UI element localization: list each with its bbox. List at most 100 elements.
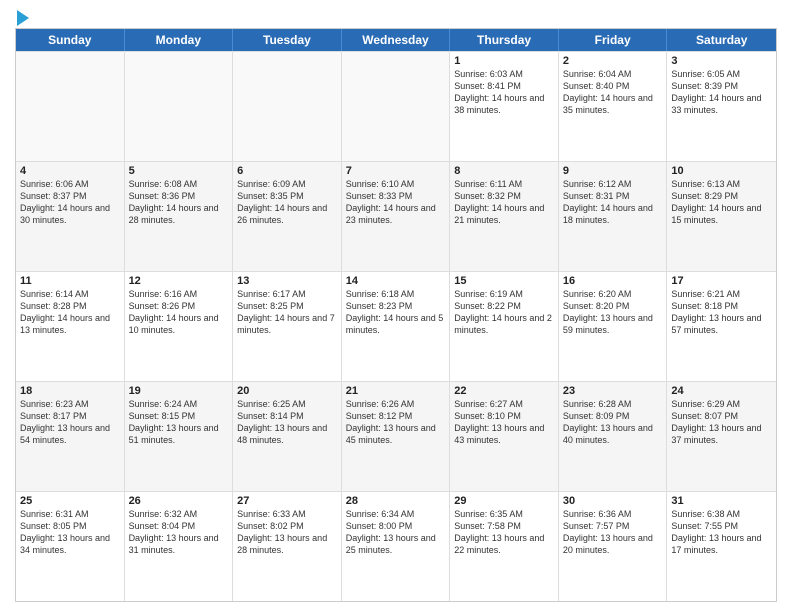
day-number: 5 bbox=[129, 165, 229, 177]
weekday-header-thursday: Thursday bbox=[450, 29, 559, 51]
day-number: 24 bbox=[671, 385, 772, 397]
cell-info: Sunrise: 6:12 AM Sunset: 8:31 PM Dayligh… bbox=[563, 178, 663, 227]
weekday-header-sunday: Sunday bbox=[16, 29, 125, 51]
day-cell-24: 24Sunrise: 6:29 AM Sunset: 8:07 PM Dayli… bbox=[667, 382, 776, 491]
weekday-header-friday: Friday bbox=[559, 29, 668, 51]
day-number: 18 bbox=[20, 385, 120, 397]
cell-info: Sunrise: 6:31 AM Sunset: 8:05 PM Dayligh… bbox=[20, 508, 120, 557]
cell-info: Sunrise: 6:35 AM Sunset: 7:58 PM Dayligh… bbox=[454, 508, 554, 557]
calendar-header: SundayMondayTuesdayWednesdayThursdayFrid… bbox=[16, 29, 776, 51]
calendar-row-4: 18Sunrise: 6:23 AM Sunset: 8:17 PM Dayli… bbox=[16, 381, 776, 491]
day-cell-20: 20Sunrise: 6:25 AM Sunset: 8:14 PM Dayli… bbox=[233, 382, 342, 491]
cell-info: Sunrise: 6:08 AM Sunset: 8:36 PM Dayligh… bbox=[129, 178, 229, 227]
cell-info: Sunrise: 6:19 AM Sunset: 8:22 PM Dayligh… bbox=[454, 288, 554, 337]
day-cell-16: 16Sunrise: 6:20 AM Sunset: 8:20 PM Dayli… bbox=[559, 272, 668, 381]
day-cell-25: 25Sunrise: 6:31 AM Sunset: 8:05 PM Dayli… bbox=[16, 492, 125, 601]
day-number: 28 bbox=[346, 495, 446, 507]
day-cell-15: 15Sunrise: 6:19 AM Sunset: 8:22 PM Dayli… bbox=[450, 272, 559, 381]
cell-info: Sunrise: 6:06 AM Sunset: 8:37 PM Dayligh… bbox=[20, 178, 120, 227]
empty-cell bbox=[233, 52, 342, 161]
day-number: 15 bbox=[454, 275, 554, 287]
cell-info: Sunrise: 6:10 AM Sunset: 8:33 PM Dayligh… bbox=[346, 178, 446, 227]
cell-info: Sunrise: 6:03 AM Sunset: 8:41 PM Dayligh… bbox=[454, 68, 554, 117]
calendar-body: 1Sunrise: 6:03 AM Sunset: 8:41 PM Daylig… bbox=[16, 51, 776, 601]
day-cell-14: 14Sunrise: 6:18 AM Sunset: 8:23 PM Dayli… bbox=[342, 272, 451, 381]
day-cell-2: 2Sunrise: 6:04 AM Sunset: 8:40 PM Daylig… bbox=[559, 52, 668, 161]
empty-cell bbox=[125, 52, 234, 161]
cell-info: Sunrise: 6:11 AM Sunset: 8:32 PM Dayligh… bbox=[454, 178, 554, 227]
day-number: 9 bbox=[563, 165, 663, 177]
day-number: 31 bbox=[671, 495, 772, 507]
day-number: 4 bbox=[20, 165, 120, 177]
day-number: 26 bbox=[129, 495, 229, 507]
day-cell-7: 7Sunrise: 6:10 AM Sunset: 8:33 PM Daylig… bbox=[342, 162, 451, 271]
day-number: 29 bbox=[454, 495, 554, 507]
day-cell-30: 30Sunrise: 6:36 AM Sunset: 7:57 PM Dayli… bbox=[559, 492, 668, 601]
cell-info: Sunrise: 6:34 AM Sunset: 8:00 PM Dayligh… bbox=[346, 508, 446, 557]
day-number: 20 bbox=[237, 385, 337, 397]
cell-info: Sunrise: 6:21 AM Sunset: 8:18 PM Dayligh… bbox=[671, 288, 772, 337]
day-cell-8: 8Sunrise: 6:11 AM Sunset: 8:32 PM Daylig… bbox=[450, 162, 559, 271]
calendar-row-5: 25Sunrise: 6:31 AM Sunset: 8:05 PM Dayli… bbox=[16, 491, 776, 601]
day-cell-4: 4Sunrise: 6:06 AM Sunset: 8:37 PM Daylig… bbox=[16, 162, 125, 271]
cell-info: Sunrise: 6:05 AM Sunset: 8:39 PM Dayligh… bbox=[671, 68, 772, 117]
day-number: 19 bbox=[129, 385, 229, 397]
cell-info: Sunrise: 6:28 AM Sunset: 8:09 PM Dayligh… bbox=[563, 398, 663, 447]
day-cell-6: 6Sunrise: 6:09 AM Sunset: 8:35 PM Daylig… bbox=[233, 162, 342, 271]
day-number: 11 bbox=[20, 275, 120, 287]
header bbox=[15, 10, 777, 22]
weekday-header-saturday: Saturday bbox=[667, 29, 776, 51]
cell-info: Sunrise: 6:36 AM Sunset: 7:57 PM Dayligh… bbox=[563, 508, 663, 557]
day-number: 16 bbox=[563, 275, 663, 287]
cell-info: Sunrise: 6:23 AM Sunset: 8:17 PM Dayligh… bbox=[20, 398, 120, 447]
day-cell-26: 26Sunrise: 6:32 AM Sunset: 8:04 PM Dayli… bbox=[125, 492, 234, 601]
day-cell-22: 22Sunrise: 6:27 AM Sunset: 8:10 PM Dayli… bbox=[450, 382, 559, 491]
calendar-row-3: 11Sunrise: 6:14 AM Sunset: 8:28 PM Dayli… bbox=[16, 271, 776, 381]
cell-info: Sunrise: 6:18 AM Sunset: 8:23 PM Dayligh… bbox=[346, 288, 446, 337]
day-number: 17 bbox=[671, 275, 772, 287]
page: SundayMondayTuesdayWednesdayThursdayFrid… bbox=[0, 0, 792, 612]
cell-info: Sunrise: 6:33 AM Sunset: 8:02 PM Dayligh… bbox=[237, 508, 337, 557]
day-number: 27 bbox=[237, 495, 337, 507]
day-number: 1 bbox=[454, 55, 554, 67]
cell-info: Sunrise: 6:32 AM Sunset: 8:04 PM Dayligh… bbox=[129, 508, 229, 557]
day-cell-19: 19Sunrise: 6:24 AM Sunset: 8:15 PM Dayli… bbox=[125, 382, 234, 491]
day-number: 22 bbox=[454, 385, 554, 397]
day-cell-18: 18Sunrise: 6:23 AM Sunset: 8:17 PM Dayli… bbox=[16, 382, 125, 491]
logo-arrow-icon bbox=[17, 10, 29, 26]
cell-info: Sunrise: 6:27 AM Sunset: 8:10 PM Dayligh… bbox=[454, 398, 554, 447]
day-number: 25 bbox=[20, 495, 120, 507]
weekday-header-wednesday: Wednesday bbox=[342, 29, 451, 51]
day-number: 13 bbox=[237, 275, 337, 287]
cell-info: Sunrise: 6:20 AM Sunset: 8:20 PM Dayligh… bbox=[563, 288, 663, 337]
weekday-header-monday: Monday bbox=[125, 29, 234, 51]
cell-info: Sunrise: 6:25 AM Sunset: 8:14 PM Dayligh… bbox=[237, 398, 337, 447]
day-number: 6 bbox=[237, 165, 337, 177]
day-cell-29: 29Sunrise: 6:35 AM Sunset: 7:58 PM Dayli… bbox=[450, 492, 559, 601]
day-number: 12 bbox=[129, 275, 229, 287]
day-number: 8 bbox=[454, 165, 554, 177]
cell-info: Sunrise: 6:09 AM Sunset: 8:35 PM Dayligh… bbox=[237, 178, 337, 227]
day-cell-9: 9Sunrise: 6:12 AM Sunset: 8:31 PM Daylig… bbox=[559, 162, 668, 271]
cell-info: Sunrise: 6:17 AM Sunset: 8:25 PM Dayligh… bbox=[237, 288, 337, 337]
day-number: 21 bbox=[346, 385, 446, 397]
calendar: SundayMondayTuesdayWednesdayThursdayFrid… bbox=[15, 28, 777, 602]
day-cell-11: 11Sunrise: 6:14 AM Sunset: 8:28 PM Dayli… bbox=[16, 272, 125, 381]
day-number: 14 bbox=[346, 275, 446, 287]
cell-info: Sunrise: 6:04 AM Sunset: 8:40 PM Dayligh… bbox=[563, 68, 663, 117]
calendar-row-1: 1Sunrise: 6:03 AM Sunset: 8:41 PM Daylig… bbox=[16, 51, 776, 161]
cell-info: Sunrise: 6:29 AM Sunset: 8:07 PM Dayligh… bbox=[671, 398, 772, 447]
cell-info: Sunrise: 6:14 AM Sunset: 8:28 PM Dayligh… bbox=[20, 288, 120, 337]
day-cell-5: 5Sunrise: 6:08 AM Sunset: 8:36 PM Daylig… bbox=[125, 162, 234, 271]
day-number: 2 bbox=[563, 55, 663, 67]
day-cell-21: 21Sunrise: 6:26 AM Sunset: 8:12 PM Dayli… bbox=[342, 382, 451, 491]
calendar-row-2: 4Sunrise: 6:06 AM Sunset: 8:37 PM Daylig… bbox=[16, 161, 776, 271]
cell-info: Sunrise: 6:26 AM Sunset: 8:12 PM Dayligh… bbox=[346, 398, 446, 447]
empty-cell bbox=[342, 52, 451, 161]
day-cell-13: 13Sunrise: 6:17 AM Sunset: 8:25 PM Dayli… bbox=[233, 272, 342, 381]
day-cell-27: 27Sunrise: 6:33 AM Sunset: 8:02 PM Dayli… bbox=[233, 492, 342, 601]
cell-info: Sunrise: 6:16 AM Sunset: 8:26 PM Dayligh… bbox=[129, 288, 229, 337]
day-number: 30 bbox=[563, 495, 663, 507]
logo bbox=[15, 10, 29, 22]
cell-info: Sunrise: 6:24 AM Sunset: 8:15 PM Dayligh… bbox=[129, 398, 229, 447]
